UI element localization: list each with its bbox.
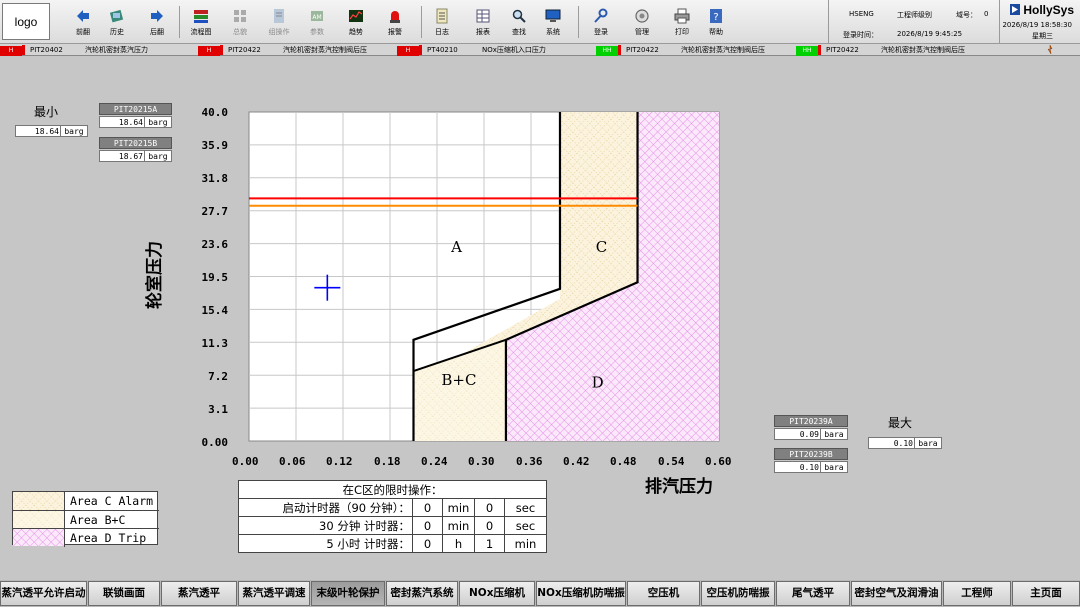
c-table-title: 在C区的限时操作： [238, 480, 547, 499]
legend-item: Area D Trip [13, 528, 159, 547]
x-axis-label: 排汽压力 [645, 476, 713, 497]
y-tick-label: 7.2 [208, 370, 228, 383]
timer-label: 5 小时 计时器： [238, 534, 413, 553]
x-tick-label: 0.18 [374, 455, 401, 468]
nav-steam-turbine-governor[interactable]: 蒸汽透平调速 [238, 581, 310, 606]
x-tick-label: 0.12 [326, 455, 353, 468]
bottom-nav: 蒸汽透平允许启动 联锁画面 蒸汽透平 蒸汽透平调速 末级叶轮保护 密封蒸汽系统 … [0, 580, 1080, 607]
c-area-timer-table: 在C区的限时操作： 启动计时器（90 分钟）： 0 min 0 sec 30 分… [238, 480, 547, 553]
legend-item: Area C Alarm [13, 492, 159, 510]
legend-label: Area B+C [70, 513, 126, 527]
region-label: B+C [441, 371, 476, 389]
region-label: D [592, 374, 604, 392]
timer-unit: sec [504, 498, 547, 517]
x-tick-label: 0.48 [610, 455, 637, 468]
y-axis-label: 轮室压力 [144, 241, 165, 309]
x-tick-label: 0.30 [468, 455, 495, 468]
nav-home[interactable]: 主页面 [1012, 581, 1080, 606]
nav-nox-compressor[interactable]: NOx压缩机 [459, 581, 535, 606]
nav-interlock[interactable]: 联锁画面 [88, 581, 160, 606]
legend: Area C Alarm Area B+C Area D Trip [12, 491, 159, 547]
y-tick-label: 11.3 [201, 337, 229, 350]
timer-unit: sec [504, 516, 547, 535]
y-tick-label: 0.00 [201, 436, 229, 449]
y-tick-label: 31.8 [201, 172, 229, 185]
region-label: A [450, 238, 462, 256]
timer-unit: min [504, 534, 547, 553]
timer-value: 0 [412, 534, 443, 553]
timer-value: 0 [412, 516, 443, 535]
nav-engineer[interactable]: 工程师 [943, 581, 1011, 606]
timer-label: 30 分钟 计时器： [238, 516, 413, 535]
timer-unit: min [442, 498, 475, 517]
table-row: 30 分钟 计时器： 0 min 0 sec [238, 516, 547, 535]
nav-air-compressor-antisurge[interactable]: 空压机防喘振 [701, 581, 775, 606]
nav-seal-air-lube-oil[interactable]: 密封空气及润滑油 [851, 581, 942, 606]
timer-value: 0 [474, 498, 505, 517]
x-tick-label: 0.42 [563, 455, 590, 468]
table-row: 启动计时器（90 分钟）： 0 min 0 sec [238, 498, 547, 517]
nav-steam-turbine-start-permit[interactable]: 蒸汽透平允许启动 [0, 581, 87, 606]
x-tick-label: 0.60 [705, 455, 732, 468]
nav-air-compressor[interactable]: 空压机 [627, 581, 700, 606]
y-tick-label: 15.4 [201, 304, 229, 317]
x-tick-label: 0.36 [516, 455, 543, 468]
nav-seal-steam-system[interactable]: 密封蒸汽系统 [386, 581, 458, 606]
nav-steam-turbine[interactable]: 蒸汽透平 [161, 581, 237, 606]
legend-label: Area C Alarm [70, 494, 154, 508]
legend-swatch-area-d [13, 529, 65, 547]
y-tick-label: 23.6 [201, 238, 229, 251]
timer-value: 0 [412, 498, 443, 517]
x-tick-label: 0.24 [421, 455, 448, 468]
legend-swatch-area-bc [13, 511, 65, 529]
y-tick-label: 3.1 [208, 403, 228, 416]
y-tick-label: 19.5 [201, 271, 229, 284]
legend-item: Area B+C [13, 510, 159, 529]
nav-nox-compressor-antisurge[interactable]: NOx压缩机防喘振 [536, 581, 626, 606]
nav-tail-gas-turbine[interactable]: 尾气透平 [776, 581, 850, 606]
timer-unit: min [442, 516, 475, 535]
y-tick-label: 35.9 [201, 139, 229, 152]
timer-value: 0 [474, 516, 505, 535]
table-row: 5 小时 计时器： 0 h 1 min [238, 534, 547, 553]
timer-value: 1 [474, 534, 505, 553]
region-label: C [596, 238, 607, 256]
y-tick-label: 27.7 [201, 205, 229, 218]
timer-unit: h [442, 534, 475, 553]
y-tick-label: 40.0 [201, 106, 229, 119]
legend-swatch-area-c [13, 492, 65, 510]
nav-last-stage-blade-protection[interactable]: 末级叶轮保护 [311, 581, 385, 606]
x-tick-label: 0.54 [658, 455, 685, 468]
legend-label: Area D Trip [70, 531, 147, 545]
x-tick-label: 0.06 [279, 455, 306, 468]
timer-label: 启动计时器（90 分钟）： [238, 498, 413, 517]
x-tick-label: 0.00 [232, 455, 259, 468]
